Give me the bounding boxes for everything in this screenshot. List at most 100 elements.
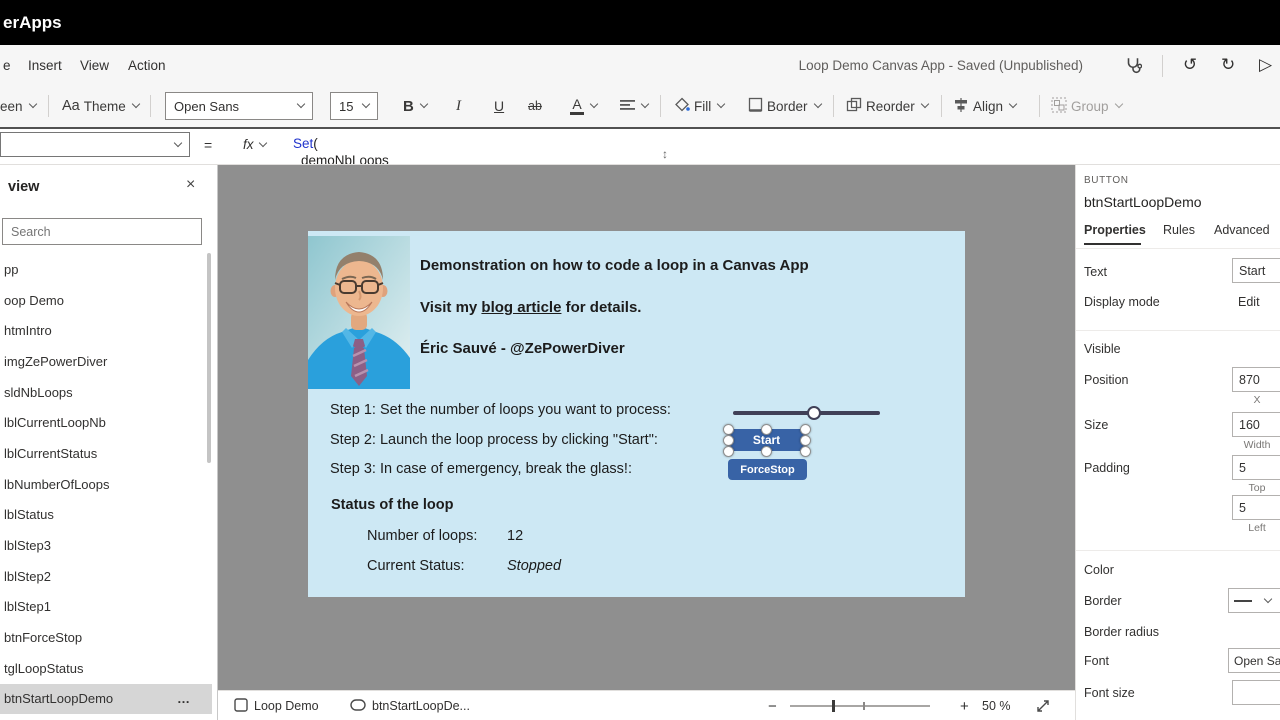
- display-mode-value[interactable]: Edit: [1238, 295, 1260, 309]
- app-checker-icon[interactable]: [1124, 45, 1142, 85]
- tree-item-lbnumberofloops[interactable]: lbNumberOfLoops: [0, 469, 212, 500]
- border-style-select[interactable]: [1228, 588, 1280, 613]
- bold-button[interactable]: B: [403, 85, 429, 127]
- intro-line2[interactable]: Visit my blog article for details.: [420, 299, 641, 316]
- loops-count-value[interactable]: 12: [507, 528, 523, 544]
- panel-divider: [1076, 330, 1280, 331]
- tree-item-imgzepowerdiver[interactable]: imgZePowerDiver: [0, 346, 212, 377]
- current-status-value[interactable]: Stopped: [507, 558, 561, 574]
- search-input[interactable]: [2, 218, 202, 245]
- tree-item-htmintro[interactable]: htmIntro: [0, 315, 212, 346]
- tree-item-btnstartloopdemo[interactable]: btnStartLoopDemo…: [0, 683, 212, 715]
- zoom-slider[interactable]: [790, 705, 930, 707]
- blog-article-link[interactable]: blog article: [481, 299, 561, 316]
- close-icon[interactable]: ×: [186, 176, 195, 194]
- step3-label[interactable]: Step 3: In case of emergency, break the …: [330, 461, 632, 477]
- profile-photo[interactable]: [308, 236, 410, 389]
- current-status-label[interactable]: Current Status:: [367, 558, 465, 574]
- menu-file[interactable]: e: [3, 45, 11, 85]
- fill-button[interactable]: Fill: [674, 85, 726, 127]
- status-heading[interactable]: Status of the loop: [331, 497, 453, 513]
- screen-dropdown[interactable]: een: [0, 85, 37, 127]
- group-icon: [1051, 97, 1067, 116]
- tree-item-app[interactable]: pp: [0, 254, 212, 285]
- text-property-input[interactable]: [1232, 258, 1280, 283]
- tree-item-lblstep3[interactable]: lblStep3: [0, 530, 212, 561]
- tree-item-loop-demo[interactable]: oop Demo: [0, 285, 212, 316]
- undo-icon[interactable]: ↺: [1183, 45, 1197, 85]
- tab-properties[interactable]: Properties: [1084, 223, 1146, 237]
- menu-insert[interactable]: Insert: [28, 45, 62, 85]
- padding-left-input[interactable]: [1232, 495, 1280, 520]
- chevron-down-icon: [419, 99, 429, 109]
- theme-button[interactable]: Aa Theme: [62, 85, 141, 127]
- intro-heading[interactable]: Demonstration on how to code a loop in a…: [420, 257, 809, 274]
- padding-left-sublabel: Left: [1248, 522, 1266, 534]
- tree-item-lblstep1[interactable]: lblStep1: [0, 592, 212, 623]
- app-screen[interactable]: Demonstration on how to code a loop in a…: [308, 231, 965, 597]
- group-button: Group: [1051, 85, 1123, 127]
- tree-item-lblstep2[interactable]: lblStep2: [0, 561, 212, 592]
- fx-dropdown[interactable]: fx: [243, 137, 267, 152]
- tree-item-tglloopstatus[interactable]: tglLoopStatus: [0, 653, 212, 684]
- menu-view[interactable]: View: [80, 45, 109, 85]
- screen-breadcrumb[interactable]: Loop Demo: [234, 691, 319, 720]
- design-canvas[interactable]: Demonstration on how to code a loop in a…: [218, 165, 1075, 690]
- selection-handle[interactable]: [799, 434, 811, 446]
- tree-item-sldnbloops[interactable]: sldNbLoops: [0, 377, 212, 408]
- font-family-property-select[interactable]: Open San: [1228, 648, 1280, 673]
- font-size-property-input[interactable]: [1232, 680, 1280, 705]
- size-width-input[interactable]: [1232, 412, 1280, 437]
- chevron-down-icon: [131, 99, 141, 109]
- position-x-input[interactable]: [1232, 367, 1280, 392]
- redo-icon[interactable]: ↻: [1221, 45, 1235, 85]
- chevron-down-icon: [258, 138, 267, 147]
- selection-handle[interactable]: [799, 423, 811, 435]
- author-line[interactable]: Éric Sauvé - @ZePowerDiver: [420, 340, 625, 357]
- selection-handle[interactable]: [760, 445, 772, 457]
- zoom-out-button[interactable]: −: [768, 691, 777, 720]
- strikethrough-button[interactable]: ab: [528, 85, 542, 127]
- play-preview-icon[interactable]: ▷: [1259, 45, 1272, 85]
- align-button[interactable]: Align: [953, 85, 1018, 127]
- font-family-select[interactable]: Open Sans: [165, 92, 313, 120]
- properties-panel: BUTTON btnStartLoopDemo Properties Rules…: [1075, 165, 1280, 720]
- zoom-in-button[interactable]: +: [960, 691, 969, 720]
- selection-handle[interactable]: [722, 445, 734, 457]
- underline-button[interactable]: U: [494, 85, 504, 127]
- selection-handle[interactable]: [760, 423, 772, 435]
- chevron-down-icon: [1263, 594, 1273, 603]
- tree-item-lblcurrentstatus[interactable]: lblCurrentStatus: [0, 438, 212, 469]
- formula-line-2[interactable]: demoNbLoops: [301, 153, 389, 164]
- menu-action[interactable]: Action: [128, 45, 166, 85]
- selection-handle[interactable]: [799, 445, 811, 457]
- tree-scrollbar[interactable]: [207, 253, 211, 463]
- italic-button[interactable]: I: [456, 85, 461, 127]
- overflow-menu-icon[interactable]: …: [177, 691, 212, 706]
- formula-line-1[interactable]: Set(: [293, 136, 318, 151]
- tree-item-lblstatus[interactable]: lblStatus: [0, 500, 212, 531]
- padding-top-input[interactable]: [1232, 455, 1280, 480]
- control-breadcrumb[interactable]: btnStartLoopDe...: [350, 691, 470, 720]
- border-button[interactable]: Border: [748, 85, 822, 127]
- forcestop-button[interactable]: ForceStop: [728, 459, 807, 480]
- tab-advanced[interactable]: Advanced: [1214, 223, 1270, 237]
- step1-label[interactable]: Step 1: Set the number of loops you want…: [330, 402, 671, 418]
- tab-rules[interactable]: Rules: [1163, 223, 1195, 237]
- step2-label[interactable]: Step 2: Launch the loop process by click…: [330, 432, 658, 448]
- loops-slider-handle[interactable]: [807, 406, 821, 420]
- tree-item-lblcurrentloopnb[interactable]: lblCurrentLoopNb: [0, 407, 212, 438]
- button-control-icon: [350, 698, 366, 714]
- formula-resize-handle[interactable]: ↕: [662, 147, 668, 161]
- font-size-select[interactable]: 15: [330, 92, 378, 120]
- loops-count-label[interactable]: Number of loops:: [367, 528, 477, 544]
- text-align-button[interactable]: [620, 85, 650, 127]
- tree-item-btnforcestop[interactable]: btnForceStop: [0, 622, 212, 653]
- fit-to-window-icon[interactable]: [1036, 691, 1050, 720]
- property-selector[interactable]: [0, 132, 190, 157]
- zoom-slider-handle[interactable]: [832, 700, 835, 712]
- selection-handle[interactable]: [722, 434, 734, 446]
- font-color-button[interactable]: A: [570, 85, 599, 127]
- reorder-button[interactable]: Reorder: [846, 85, 930, 127]
- selection-handle[interactable]: [722, 423, 734, 435]
